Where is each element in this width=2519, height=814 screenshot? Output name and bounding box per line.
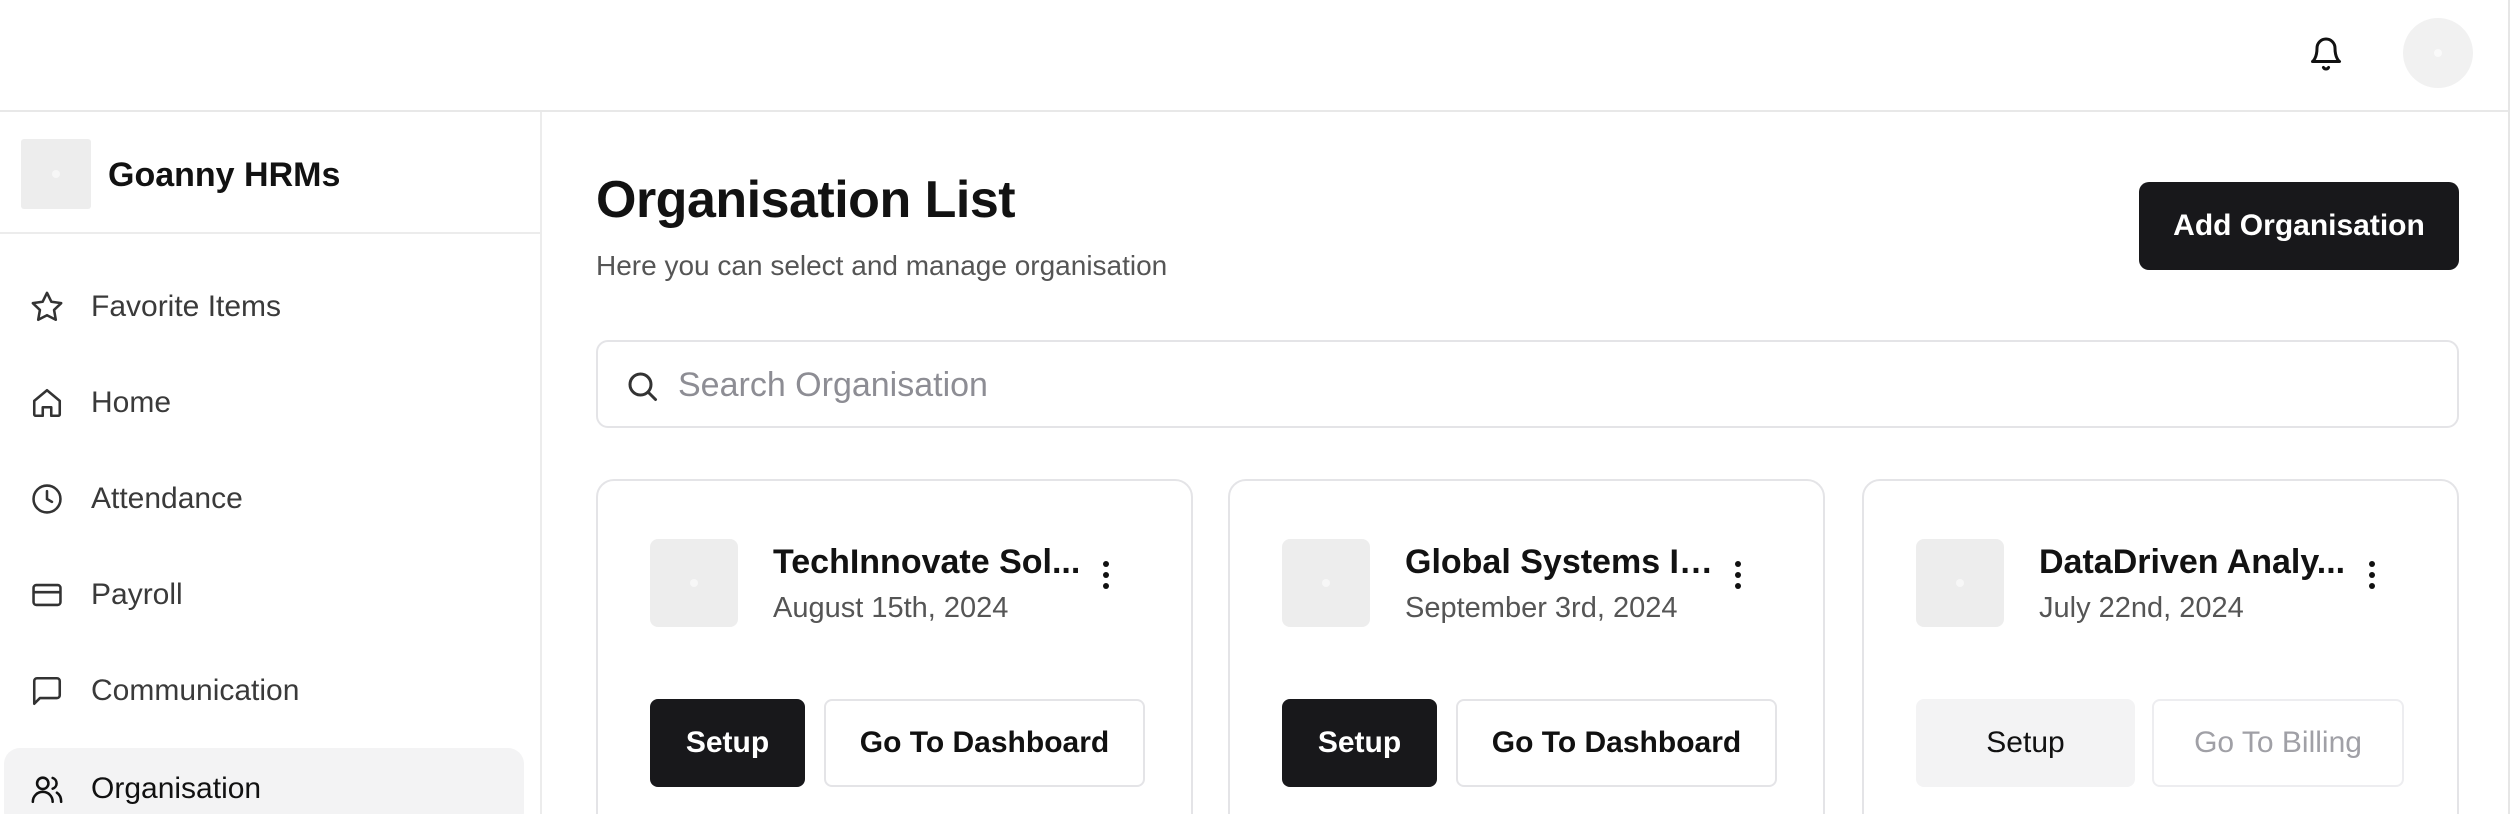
organisation-card: DataDriven Analy... July 22nd, 2024 Setu… [1862, 479, 2459, 814]
brand-logo [21, 139, 91, 209]
more-options-icon[interactable] [1100, 561, 1112, 595]
users-icon [31, 776, 63, 804]
logo-placeholder-dot [1956, 579, 1964, 587]
avatar[interactable] [2403, 18, 2473, 88]
setup-button[interactable]: Setup [1916, 699, 2135, 787]
organisation-logo [650, 539, 738, 627]
sidebar-item-payroll[interactable]: Payroll [4, 554, 524, 634]
sidebar-item-label: Favorite Items [91, 290, 282, 323]
sidebar-item-label: Attendance [91, 482, 243, 515]
sidebar-item-label: Communication [91, 674, 300, 707]
sidebar-item-attendance[interactable]: Attendance [4, 458, 524, 538]
message-icon [32, 676, 62, 706]
logo-placeholder-dot [1322, 579, 1330, 587]
avatar-placeholder-dot [2434, 49, 2442, 57]
more-options-icon[interactable] [1732, 561, 1744, 595]
home-icon [32, 388, 62, 418]
sidebar-item-favorite-items[interactable]: Favorite Items [4, 266, 524, 346]
more-options-icon[interactable] [2366, 561, 2378, 595]
organisation-name: Global Systems In... [1405, 543, 1725, 581]
sidebar-item-label: Organisation [91, 772, 262, 805]
credit-card-icon [32, 583, 62, 607]
organisation-card: Global Systems In... September 3rd, 2024… [1228, 479, 1825, 814]
go-to-dashboard-button[interactable]: Go To Dashboard [824, 699, 1145, 787]
setup-button[interactable]: Setup [650, 699, 805, 787]
star-icon [31, 291, 63, 322]
sidebar-item-home[interactable]: Home [4, 362, 524, 442]
right-scroll-edge [2508, 0, 2510, 814]
sidebar-item-label: Payroll [91, 578, 183, 611]
organisation-logo [1916, 539, 2004, 627]
bell-icon[interactable] [2308, 34, 2344, 74]
search-bar[interactable] [596, 340, 2459, 428]
organisation-name: TechInnovate Sol... [773, 543, 1081, 581]
setup-button[interactable]: Setup [1282, 699, 1437, 787]
brand-header: Goanny HRMs [0, 112, 540, 234]
clock-icon [32, 484, 62, 514]
organisation-date: August 15th, 2024 [773, 592, 1009, 624]
organisation-card: TechInnovate Sol... August 15th, 2024 Se… [596, 479, 1193, 814]
organisation-name: DataDriven Analy... [2039, 543, 2346, 581]
add-organisation-button[interactable]: Add Organisation [2139, 182, 2459, 270]
organisation-logo [1282, 539, 1370, 627]
page-title: Organisation List [596, 171, 1016, 229]
logo-placeholder-dot [52, 170, 60, 178]
organisation-date: September 3rd, 2024 [1405, 592, 1678, 624]
go-to-dashboard-button[interactable]: Go To Dashboard [1456, 699, 1777, 787]
page-subtitle: Here you can select and manage organisat… [596, 250, 1168, 281]
sidebar-item-organisation[interactable]: Organisation [4, 748, 524, 814]
organisation-date: July 22nd, 2024 [2039, 592, 2244, 624]
sidebar: Goanny HRMs Favorite Items Home Attendan… [0, 112, 542, 814]
search-input[interactable] [678, 356, 2418, 414]
brand-name: Goanny HRMs [108, 156, 341, 194]
search-icon [628, 372, 657, 401]
go-to-billing-button[interactable]: Go To Billing [2152, 699, 2404, 787]
sidebar-item-communication[interactable]: Communication [4, 650, 524, 730]
sidebar-item-label: Home [91, 386, 172, 419]
top-bar [0, 0, 2508, 112]
app-window: Goanny HRMs Favorite Items Home Attendan… [0, 0, 2519, 814]
logo-placeholder-dot [690, 579, 698, 587]
